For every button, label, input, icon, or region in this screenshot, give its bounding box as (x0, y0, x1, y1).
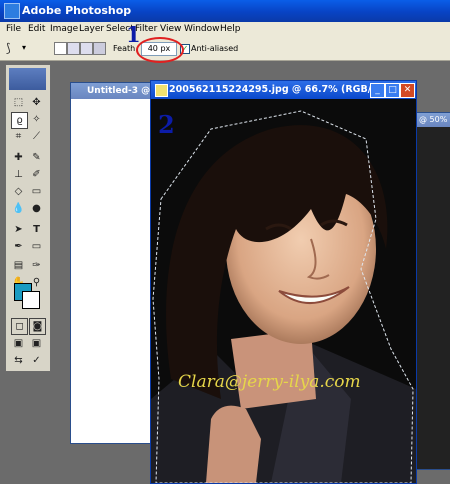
menu-file[interactable]: File (6, 24, 21, 34)
anti-aliased-label: Anti-aliased (191, 44, 239, 53)
document-title-bar[interactable]: 200562115224295.jpg @ 66.7% (RGB/8#) _ □… (151, 81, 416, 99)
portrait-photo (151, 99, 416, 483)
menu-window[interactable]: Window (184, 24, 220, 34)
background-color-swatch[interactable] (22, 291, 40, 309)
eyedropper-icon[interactable]: ✑ (29, 258, 44, 273)
close-button[interactable]: ✕ (400, 83, 415, 98)
standard-mode-icon[interactable]: ◻ (11, 318, 28, 335)
slice-tool-icon[interactable]: ⟋ (29, 129, 44, 144)
gradient-tool-icon[interactable]: ▭ (29, 184, 44, 199)
add-to-selection-icon[interactable] (67, 42, 80, 55)
photoshop-app-icon (4, 3, 20, 19)
notes-tool-icon[interactable]: ▤ (11, 258, 26, 273)
lasso-tool-icon[interactable]: ϱ (11, 112, 28, 129)
pen-tool-icon[interactable]: ✒ (11, 239, 26, 254)
document-icon (155, 84, 168, 97)
menu-help[interactable]: Help (220, 24, 241, 34)
document-window-main[interactable]: 200562115224295.jpg @ 66.7% (RGB/8#) _ □… (150, 80, 417, 484)
menu-view[interactable]: View (160, 24, 181, 34)
shape-tool-icon[interactable]: ▭ (29, 239, 44, 254)
image-canvas[interactable] (151, 99, 416, 483)
crop-tool-icon[interactable]: ⌗ (11, 129, 26, 144)
menu-image[interactable]: Image (50, 24, 78, 34)
lasso-tool-preset-icon[interactable]: ⟆ (6, 41, 11, 55)
document-window-untitled[interactable]: Untitled-3 @ 1 (70, 82, 162, 444)
app-title: Adobe Photoshop (22, 4, 132, 17)
marquee-tool-icon[interactable]: ⬚ (11, 95, 26, 110)
minimize-button[interactable]: _ (370, 83, 385, 98)
blur-tool-icon[interactable]: 💧 (11, 201, 26, 216)
path-selection-icon[interactable]: ➤ (11, 222, 26, 237)
imageready-icon[interactable]: ✓ (29, 353, 44, 368)
eraser-tool-icon[interactable]: ◇ (11, 184, 26, 199)
brush-tool-icon[interactable]: ✎ (29, 150, 44, 165)
dodge-tool-icon[interactable]: ● (29, 201, 44, 216)
subtract-selection-icon[interactable] (80, 42, 93, 55)
app-title-bar: Adobe Photoshop (0, 0, 450, 22)
maximize-button[interactable]: □ (385, 83, 400, 98)
magic-wand-icon[interactable]: ✧ (29, 112, 44, 127)
menu-layer[interactable]: Layer (79, 24, 104, 34)
menu-edit[interactable]: Edit (28, 24, 45, 34)
chevron-down-icon[interactable]: ▾ (22, 43, 26, 52)
intersect-selection-icon[interactable] (93, 42, 106, 55)
menu-bar: File Edit Image Layer Select Filter View… (0, 22, 450, 39)
toolbox-panel: ⬚ ✥ ϱ ✧ ⌗ ⟋ ✚ ✎ ⊥ ✐ ◇ ▭ 💧 ● ➤ T ✒ ▭ ▤ ✑ … (5, 64, 51, 372)
feather-highlight-circle (136, 37, 184, 63)
screen-mode-full-icon[interactable]: ▣ (29, 336, 44, 351)
annotation-step-2: 2 (158, 110, 175, 139)
move-tool-icon[interactable]: ✥ (29, 95, 44, 110)
screen-mode-standard-icon[interactable]: ▣ (11, 336, 26, 351)
photoshop-feather-logo[interactable] (9, 68, 46, 90)
photo-watermark: Clara@jerry-ilya.com (178, 372, 361, 392)
healing-brush-icon[interactable]: ✚ (11, 150, 26, 165)
quick-mask-icon[interactable]: ◙ (29, 318, 46, 335)
document-title-untitled[interactable]: Untitled-3 @ 1 (71, 83, 161, 99)
history-brush-icon[interactable]: ✐ (29, 167, 44, 182)
new-selection-icon[interactable] (54, 42, 67, 55)
annotation-step-1: 1 (126, 22, 141, 47)
options-bar: ⟆ ▾ Feath 40 px ✓ Anti-aliased (0, 38, 450, 61)
clone-stamp-icon[interactable]: ⊥ (11, 167, 26, 182)
jump-to-imageready-icon[interactable]: ⇆ (11, 353, 26, 368)
document-title: 200562115224295.jpg @ 66.7% (RGB/8#) (169, 84, 391, 95)
type-tool-icon[interactable]: T (29, 222, 44, 237)
